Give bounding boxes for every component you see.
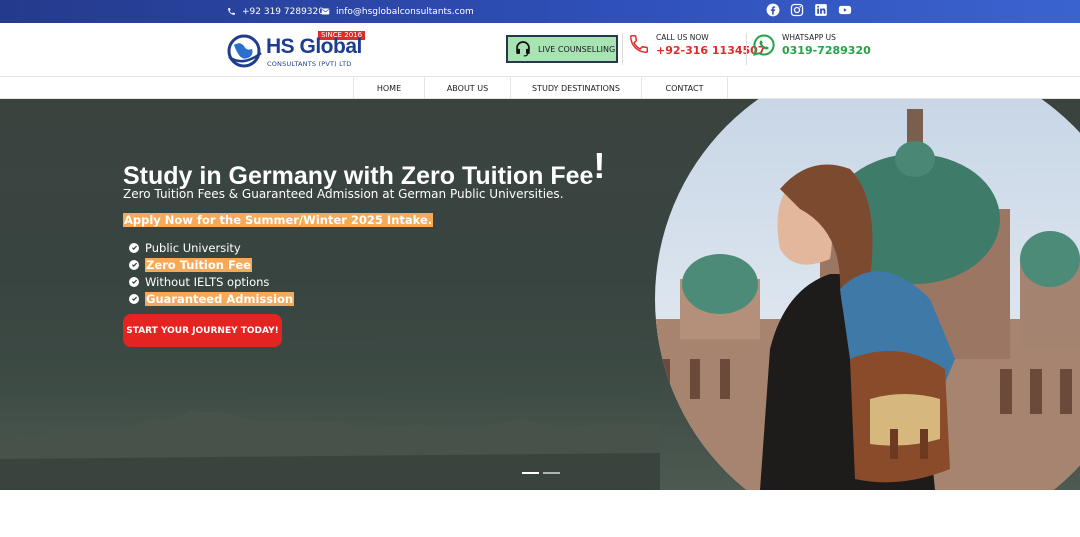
social-links — [766, 3, 852, 17]
feature-text: Without IELTS options — [145, 274, 270, 289]
instagram-icon[interactable] — [790, 3, 804, 17]
site-logo[interactable]: SINCE 2016 HS Global CONSULTANTS (PVT) L… — [226, 30, 366, 70]
top-email[interactable]: info@hsglobalconsultants.com — [320, 0, 474, 23]
top-phone[interactable]: +92 319 7289320 — [226, 0, 324, 23]
top-phone-text: +92 319 7289320 — [242, 6, 324, 17]
slide-dot-active[interactable] — [522, 472, 539, 474]
live-counselling-label: LIVE COUNSELLING — [538, 44, 616, 54]
nav-item-study-destinations[interactable]: STUDY DESTINATIONS — [511, 77, 642, 99]
list-item: Guaranteed Admission — [129, 290, 295, 307]
phone-icon — [226, 7, 236, 17]
site-header: SINCE 2016 HS Global CONSULTANTS (PVT) L… — [0, 23, 1080, 76]
youtube-icon[interactable] — [838, 3, 852, 17]
header-divider — [622, 33, 623, 65]
whatsapp-number[interactable]: 0319-7289320 — [782, 44, 871, 57]
logo-name: HS Global — [266, 35, 362, 58]
whatsapp-icon — [752, 33, 776, 61]
call-us-label: CALL US NOW — [656, 33, 709, 42]
hero-title-text: Study in Germany with Zero Tuition Fee — [123, 162, 594, 190]
check-icon — [129, 259, 139, 270]
mail-icon — [320, 7, 330, 17]
check-icon — [129, 242, 139, 253]
logo-subtitle: CONSULTANTS (PVT) LTD — [267, 60, 352, 68]
list-item: Zero Tuition Fee — [129, 256, 294, 273]
check-icon — [129, 293, 139, 304]
feature-text: Zero Tuition Fee — [145, 257, 252, 272]
call-us-number[interactable]: +92-316 1134507 — [656, 44, 765, 57]
nav-item-contact[interactable]: CONTACT — [642, 77, 728, 99]
check-icon — [129, 276, 139, 287]
live-counselling-button[interactable]: LIVE COUNSELLING — [506, 35, 618, 63]
top-bar: +92 319 7289320 info@hsglobalconsultants… — [0, 0, 1080, 23]
whatsapp-label: WHATSAPP US — [782, 33, 836, 42]
list-item: Without IELTS options — [129, 273, 294, 290]
globe-logo-icon — [226, 33, 264, 73]
facebook-icon[interactable] — [766, 3, 780, 17]
start-journey-button[interactable]: START YOUR JOURNEY TODAY! — [123, 314, 282, 347]
hero-intake-highlight: Apply Now for the Summer/Winter 2025 Int… — [123, 213, 434, 227]
feature-text: Public University — [145, 240, 241, 255]
headset-icon — [514, 39, 532, 59]
slide-dot[interactable] — [543, 472, 560, 474]
whatsapp-block[interactable]: WHATSAPP US 0319-7289320 — [752, 33, 871, 61]
list-item: Public University — [129, 239, 294, 256]
linkedin-icon[interactable] — [814, 3, 828, 17]
hero-subtitle: Zero Tuition Fees & Guaranteed Admission… — [123, 187, 564, 201]
call-us-block[interactable]: CALL US NOW +92-316 1134507 — [628, 33, 765, 59]
top-email-text: info@hsglobalconsultants.com — [336, 6, 474, 17]
feature-text: Guaranteed Admission — [145, 291, 295, 306]
hero-feature-list: Public University Zero Tuition Fee Witho… — [129, 239, 295, 307]
phone-icon — [628, 33, 650, 59]
main-nav: HOME ABOUT US STUDY DESTINATIONS CONTACT — [0, 76, 1080, 99]
header-divider — [746, 33, 747, 65]
slider-pagination — [522, 472, 560, 474]
nav-item-about-us[interactable]: ABOUT US — [425, 77, 511, 99]
hero-slider: Study in Germany with Zero Tuition Fee! … — [0, 99, 1080, 490]
hero-title-bang: ! — [593, 145, 606, 186]
nav-item-home[interactable]: HOME — [353, 77, 425, 99]
